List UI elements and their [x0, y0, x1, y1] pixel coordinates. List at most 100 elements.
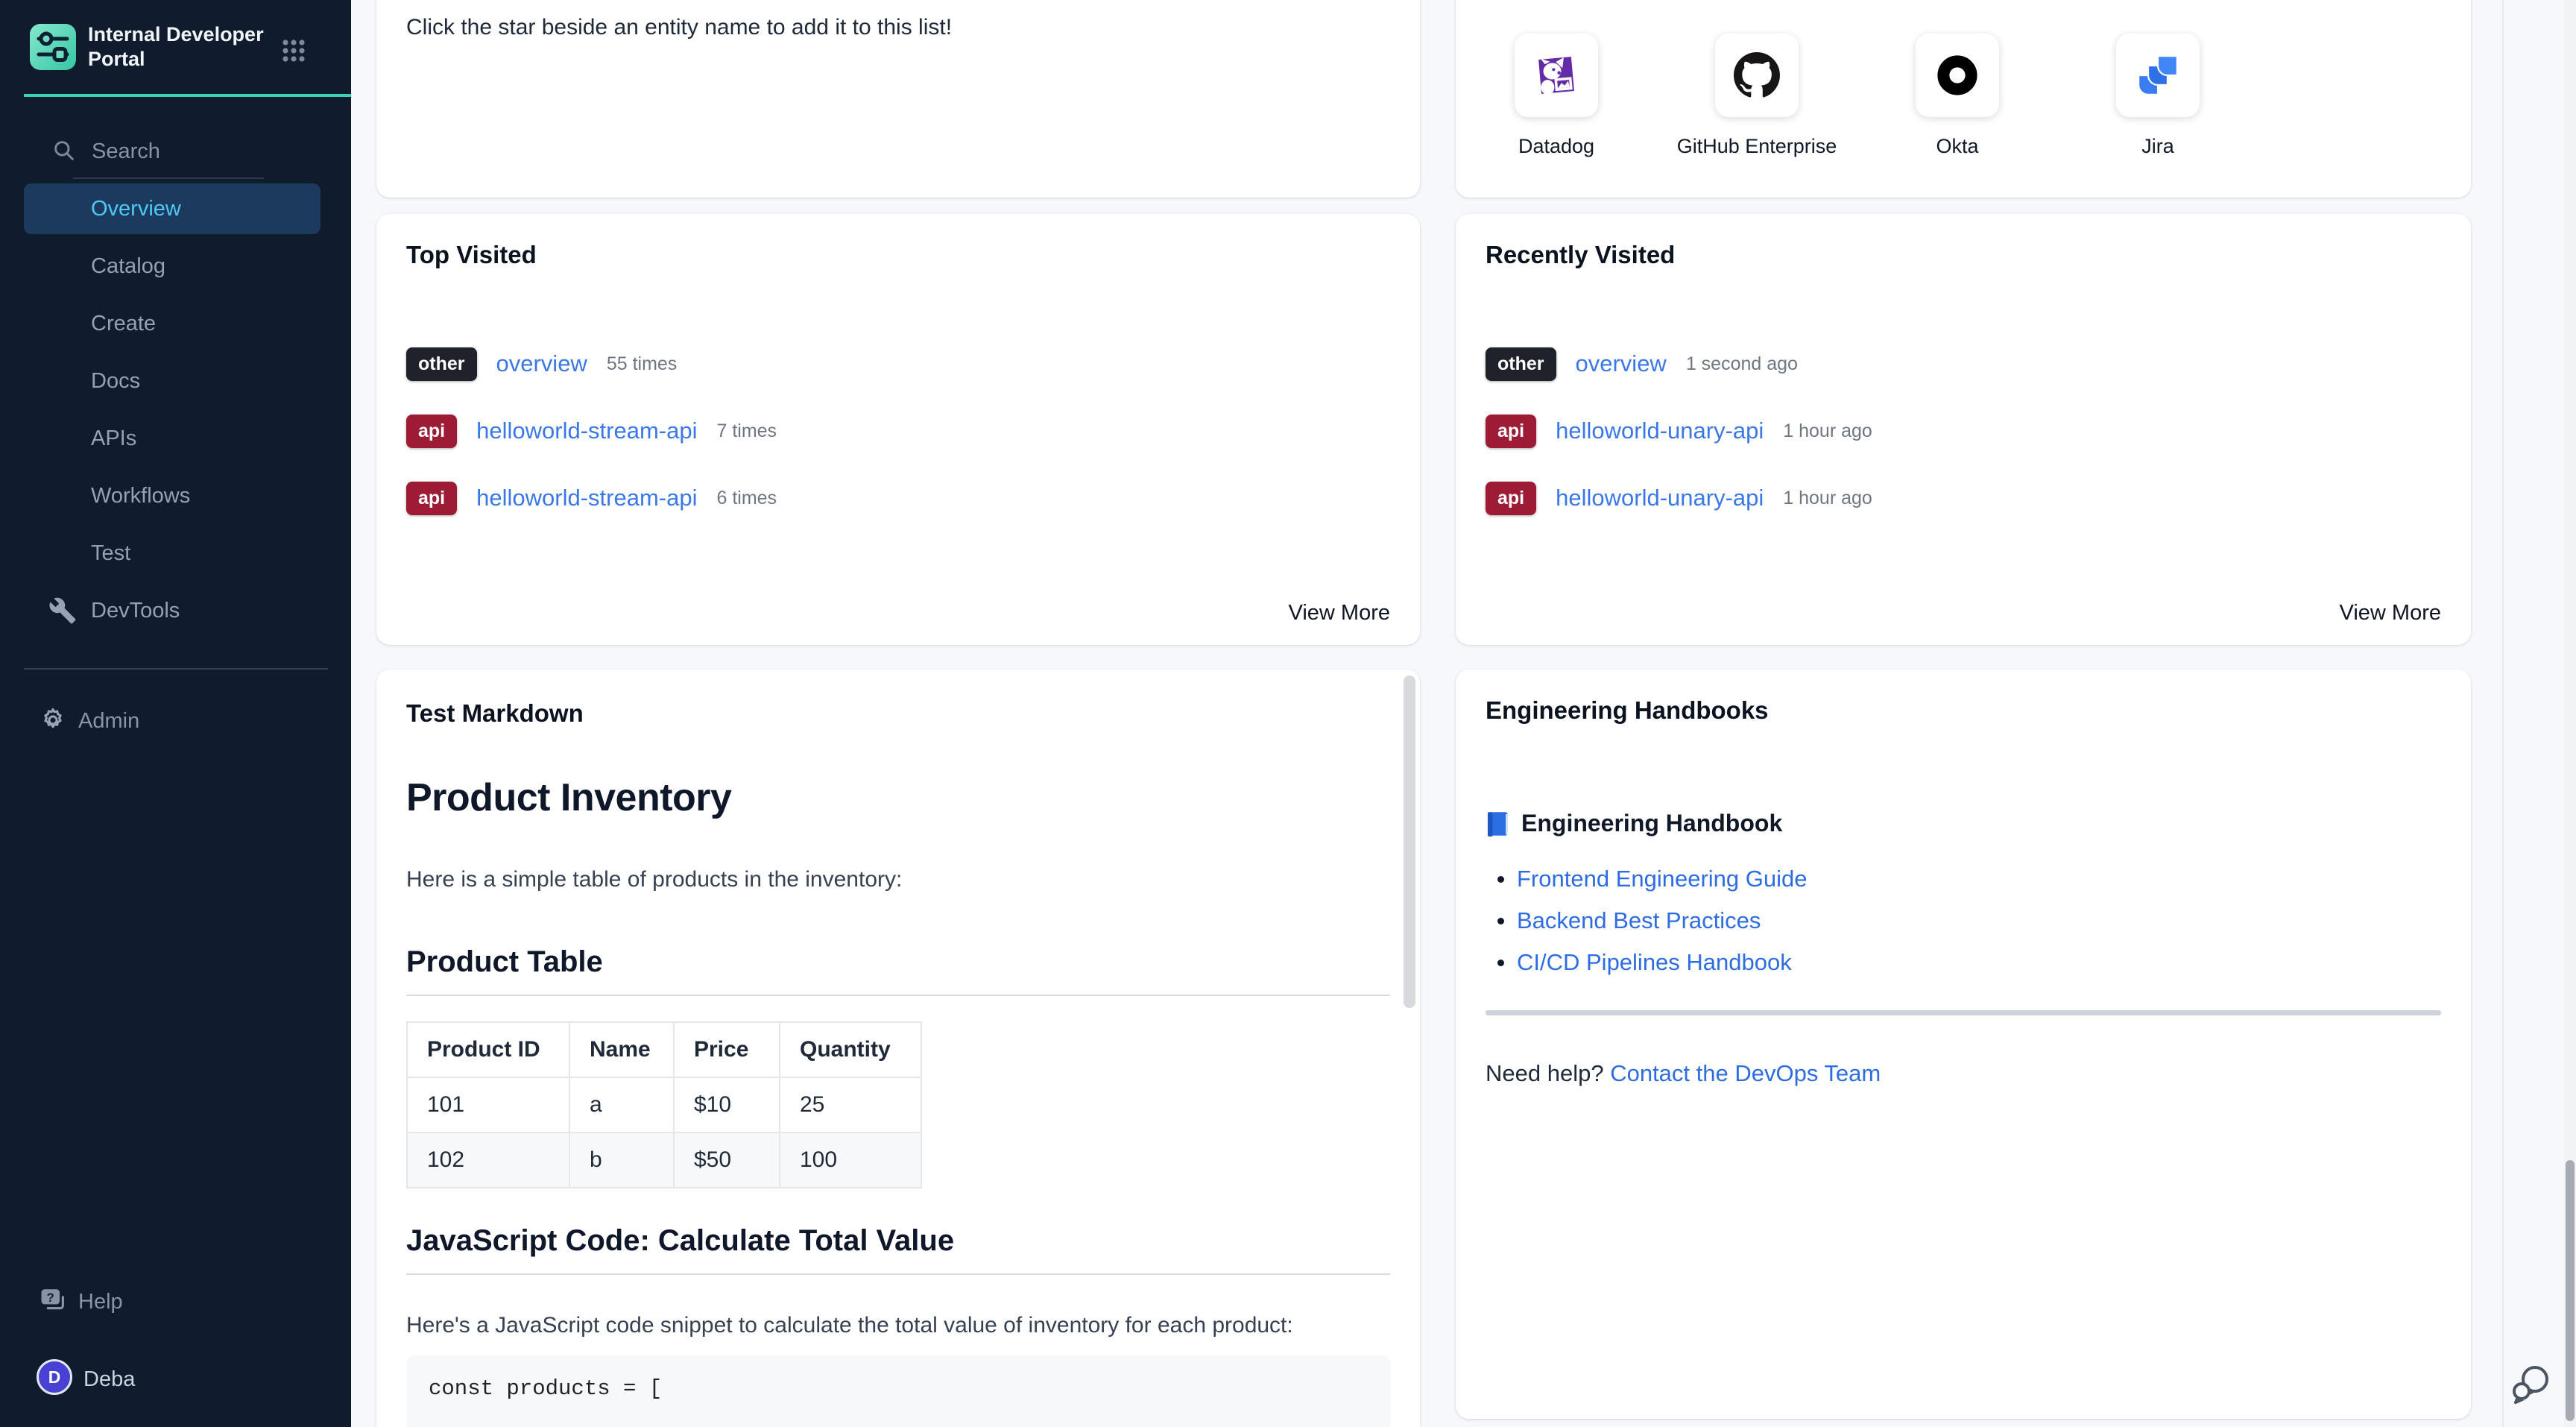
entity-link[interactable]: helloworld-unary-api [1556, 418, 1764, 444]
visit-count: 7 times [716, 420, 777, 442]
datadog-icon [1515, 34, 1598, 117]
top-visited-card: Top Visited other overview 55 times api … [376, 214, 1420, 645]
code-text: const products = [ [429, 1376, 662, 1401]
jira-icon [2116, 34, 2200, 117]
entity-link[interactable]: overview [496, 350, 587, 377]
sidebar-item-overview[interactable]: Overview [24, 183, 321, 234]
app-logo-icon[interactable] [30, 24, 76, 70]
handbook-section-heading: Engineering Handbook [1486, 810, 2441, 837]
thick-divider [1486, 1010, 2441, 1015]
kind-badge[interactable]: api [1486, 415, 1536, 448]
kind-badge[interactable]: other [406, 347, 477, 381]
visited-row: api helloworld-stream-api 6 times [406, 479, 1390, 517]
list-item: Backend Best Practices [1486, 906, 2441, 936]
help-label: Help [78, 1290, 123, 1314]
integration-label: Okta [1936, 135, 1978, 158]
handbooks-card-title: Engineering Handbooks [1486, 696, 2441, 725]
kind-badge[interactable]: api [406, 482, 457, 515]
markdown-h2-js-code: JavaScript Code: Calculate Total Value [406, 1223, 1390, 1275]
entity-link[interactable]: overview [1576, 350, 1667, 377]
entity-link[interactable]: helloworld-unary-api [1556, 485, 1764, 511]
markdown-intro: Here is a simple table of products in th… [406, 862, 1390, 898]
sidebar-divider [24, 668, 328, 670]
handbook-link-frontend[interactable]: Frontend Engineering Guide [1517, 866, 1807, 892]
user-name: Deba [83, 1367, 135, 1392]
integration-datadog[interactable]: Datadog [1474, 34, 1638, 158]
visited-row: api helloworld-unary-api 1 hour ago [1486, 479, 2441, 517]
table-row: 101 a $10 25 [407, 1077, 921, 1133]
markdown-h2-product-table: Product Table [406, 944, 1390, 996]
view-more-button[interactable]: View More [1289, 601, 1390, 626]
kind-badge[interactable]: other [1486, 347, 1556, 381]
markdown-card-title: Test Markdown [406, 699, 1390, 728]
gear-icon [39, 706, 67, 734]
app-grid-icon[interactable] [281, 38, 306, 63]
search-icon [52, 139, 76, 163]
column-header: Product ID [407, 1022, 569, 1077]
view-more-button[interactable]: View More [2340, 601, 2441, 626]
contact-devops-link[interactable]: Contact the DevOps Team [1610, 1060, 1881, 1086]
book-icon [1486, 811, 1509, 837]
sidebar-item-help[interactable]: ? Help [0, 1282, 351, 1321]
kind-badge[interactable]: api [406, 415, 457, 448]
sidebar-nav: Overview Catalog Create Docs APIs Workfl… [24, 183, 321, 643]
app-title: Internal Developer Portal [88, 22, 274, 72]
sidebar-item-catalog[interactable]: Catalog [24, 241, 321, 292]
starred-entities-message: Click the star beside an entity name to … [406, 15, 1420, 40]
integration-jira[interactable]: Jira [2076, 34, 2240, 158]
markdown-h1: Product Inventory [406, 775, 1390, 820]
sidebar-item-test[interactable]: Test [24, 528, 321, 579]
wrench-icon [48, 596, 77, 625]
sidebar-item-docs[interactable]: Docs [24, 356, 321, 406]
table-row: 102 b $50 100 [407, 1133, 921, 1188]
github-icon [1715, 34, 1799, 117]
sidebar-item-devtools[interactable]: DevTools [24, 585, 321, 636]
admin-label: Admin [78, 709, 139, 734]
visited-row: other overview 1 second ago [1486, 345, 2441, 382]
sidebar-item-apis[interactable]: APIs [24, 413, 321, 464]
page-scrollbar-thumb[interactable] [2566, 1160, 2575, 1421]
support-chat-icon[interactable] [2510, 1363, 2551, 1408]
handbook-link-backend[interactable]: Backend Best Practices [1517, 907, 1761, 934]
sidebar-item-create[interactable]: Create [24, 298, 321, 349]
visited-row: api helloworld-unary-api 1 hour ago [1486, 412, 2441, 450]
integration-github[interactable]: GitHub Enterprise [1675, 34, 1839, 158]
svg-text:?: ? [47, 1291, 54, 1305]
search-input[interactable]: Search [0, 130, 351, 171]
sidebar: Internal Developer Portal Search Overvie… [0, 0, 351, 1427]
handbook-section-title: Engineering Handbook [1521, 810, 1782, 837]
entity-link[interactable]: helloworld-stream-api [476, 418, 697, 444]
visit-time: 1 hour ago [1783, 420, 1872, 442]
help-chat-icon: ? [39, 1285, 70, 1317]
top-visited-title: Top Visited [406, 241, 1390, 269]
column-header: Price [674, 1022, 780, 1077]
column-header: Name [569, 1022, 674, 1077]
table-header-row: Product ID Name Price Quantity [407, 1022, 921, 1077]
main-content: Click the star beside an entity name to … [351, 0, 2576, 1427]
entity-link[interactable]: helloworld-stream-api [476, 485, 697, 511]
kind-badge[interactable]: api [1486, 482, 1536, 515]
sidebar-item-admin[interactable]: Admin [0, 699, 351, 741]
integration-label: GitHub Enterprise [1677, 135, 1837, 158]
list-item: CI/CD Pipelines Handbook [1486, 948, 2441, 977]
sidebar-item-workflows[interactable]: Workflows [24, 470, 321, 521]
handbook-links-list: Frontend Engineering Guide Backend Best … [1486, 864, 2441, 977]
visit-count: 6 times [716, 488, 777, 509]
handbook-link-cicd[interactable]: CI/CD Pipelines Handbook [1517, 949, 1792, 976]
recently-visited-title: Recently Visited [1486, 241, 2441, 269]
visited-row: api helloworld-stream-api 7 times [406, 412, 1390, 450]
page-scrollbar-track[interactable] [2564, 0, 2576, 1427]
code-block: const products = [ [406, 1355, 1390, 1427]
search-placeholder: Search [92, 139, 160, 164]
starred-entities-card: Click the star beside an entity name to … [376, 0, 1420, 198]
card-scrollbar-thumb[interactable] [1404, 675, 1415, 1008]
integration-okta[interactable]: Okta [1875, 34, 2039, 158]
top-visited-list: other overview 55 times api helloworld-s… [406, 345, 1390, 517]
sidebar-user[interactable]: D Deba [0, 1358, 351, 1397]
integration-label: Datadog [1518, 135, 1594, 158]
recently-visited-card: Recently Visited other overview 1 second… [1456, 214, 2471, 645]
visit-time: 1 second ago [1686, 353, 1798, 375]
okta-icon [1916, 34, 1999, 117]
recently-visited-list: other overview 1 second ago api hellowor… [1486, 345, 2441, 517]
test-markdown-card: Test Markdown Product Inventory Here is … [376, 670, 1420, 1427]
